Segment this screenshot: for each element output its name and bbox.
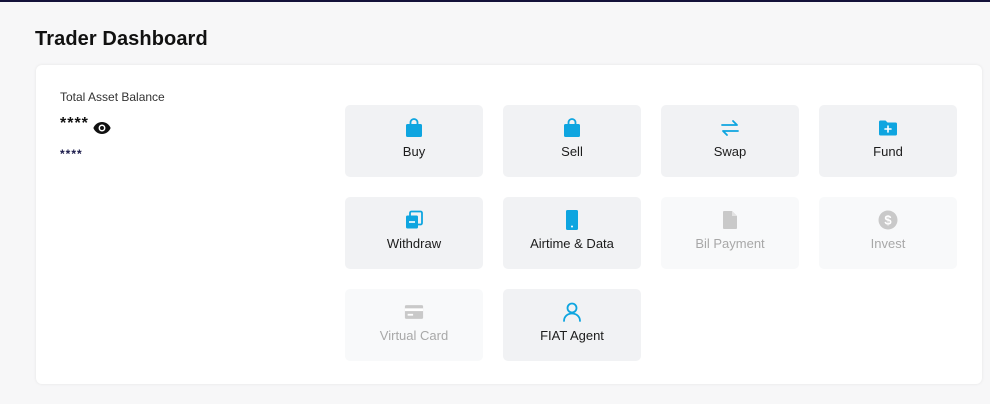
buy-button[interactable]: Buy [345,105,483,177]
balance-label: Total Asset Balance [60,90,165,104]
top-bar [0,0,990,2]
sell-button[interactable]: Sell [503,105,641,177]
dollar-circle-icon: $ [878,210,898,230]
airtime-data-label: Airtime & Data [530,236,614,251]
balance-row: **** [60,115,111,135]
user-icon [562,302,582,322]
fiat-agent-button[interactable]: FIAT Agent [503,289,641,361]
withdraw-label: Withdraw [386,236,442,251]
fund-label: Fund [873,144,903,159]
document-icon [720,210,740,230]
swap-button[interactable]: Swap [661,105,799,177]
virtual-card-button[interactable]: Virtual Card [345,289,483,361]
fund-button[interactable]: Fund [819,105,957,177]
dashboard-card: Total Asset Balance **** **** Buy Sell S… [36,65,982,384]
fiat-agent-label: FIAT Agent [540,328,604,343]
virtual-card-label: Virtual Card [379,328,449,343]
bill-payment-button[interactable]: Bil Payment [661,197,799,269]
eye-icon[interactable] [93,121,111,135]
sell-label: Sell [561,144,583,159]
swap-arrows-icon [720,118,740,138]
buy-label: Buy [402,144,426,159]
svg-text:$: $ [884,213,892,228]
bill-payment-label: Bil Payment [695,236,765,251]
airtime-data-button[interactable]: Airtime & Data [503,197,641,269]
smartphone-icon [562,210,582,230]
swap-label: Swap [713,144,747,159]
copy-icon [404,210,424,230]
credit-card-icon [404,302,424,322]
shopping-bag-icon [562,118,582,138]
balance-value: **** [60,115,89,132]
invest-label: Invest [870,236,906,251]
page-title: Trader Dashboard [35,28,208,50]
balance-sub-value: **** [60,147,83,161]
shopping-bag-icon [404,118,424,138]
withdraw-button[interactable]: Withdraw [345,197,483,269]
invest-button[interactable]: $ Invest [819,197,957,269]
folder-plus-icon [878,118,898,138]
